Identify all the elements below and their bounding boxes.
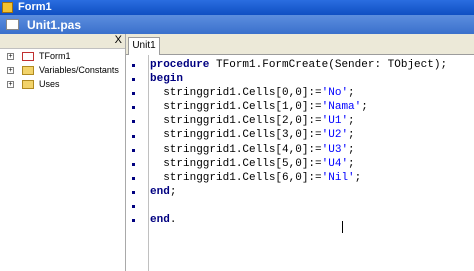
code-line[interactable]: stringgrid1.Cells[3,0]:='U2';: [150, 128, 447, 142]
breakpoint-marker[interactable]: [132, 205, 135, 208]
code-line[interactable]: stringgrid1.Cells[4,0]:='U3';: [150, 143, 447, 157]
code-text: ;: [348, 115, 355, 128]
folder-icon: [22, 66, 34, 75]
code-string: 'No': [321, 87, 349, 100]
text-cursor: [342, 221, 343, 233]
editor-gutter[interactable]: [126, 55, 149, 271]
breakpoint-marker[interactable]: [132, 134, 135, 138]
breakpoint-marker[interactable]: [132, 219, 135, 223]
code-line[interactable]: begin: [150, 72, 447, 86]
code-text: stringgrid1.Cells[3,0]:=: [150, 129, 322, 142]
code-text: stringgrid1.Cells[1,0]:=: [150, 101, 322, 114]
code-line[interactable]: procedure TForm1.FormCreate(Sender: TObj…: [150, 58, 447, 72]
editor-title: Unit1.pas: [27, 18, 82, 32]
unit-file-icon: [6, 19, 19, 30]
code-line[interactable]: stringgrid1.Cells[6,0]:='Nil';: [150, 171, 447, 185]
breakpoint-marker[interactable]: [132, 106, 135, 110]
code-area[interactable]: procedure TForm1.FormCreate(Sender: TObj…: [150, 58, 447, 227]
app-title: Form1: [18, 1, 52, 13]
expand-icon[interactable]: +: [7, 81, 14, 88]
code-keyword: end: [150, 185, 170, 198]
tree-item-tform1[interactable]: + TForm1: [0, 50, 125, 64]
code-text: .: [169, 214, 177, 227]
tree-item-label: Uses: [39, 79, 60, 89]
editor-tab-bar: Unit1: [126, 34, 474, 55]
code-string: 'U3': [321, 143, 349, 156]
code-text: stringgrid1.Cells[2,0]:=: [150, 115, 322, 128]
code-text: stringgrid1.Cells[4,0]:=: [150, 143, 322, 156]
code-line[interactable]: end.: [150, 213, 447, 227]
code-explorer-tree: + TForm1 + Variables/Constants + Uses: [0, 50, 125, 92]
code-line[interactable]: stringgrid1.Cells[0,0]:='No';: [150, 86, 447, 100]
code-text: ;: [348, 87, 355, 100]
code-explorer-header: X: [0, 34, 125, 49]
form-icon: [2, 2, 13, 13]
code-string: 'U4': [321, 157, 349, 170]
code-keyword: end: [150, 214, 170, 227]
code-text: ;: [354, 171, 362, 184]
code-text: TForm1.FormCreate(Sender: TObject);: [209, 59, 448, 71]
expand-icon[interactable]: +: [7, 53, 14, 60]
code-text: ;: [361, 101, 368, 114]
code-editor-panel: Unit1 procedure TForm1.FormCreate(Sender…: [126, 34, 474, 271]
code-text: stringgrid1.Cells[5,0]:=: [150, 157, 322, 170]
code-text: stringgrid1.Cells[6,0]:=: [150, 171, 322, 184]
breakpoint-marker[interactable]: [132, 64, 135, 67]
app-title-bar[interactable]: Form1: [0, 0, 474, 15]
breakpoint-marker[interactable]: [132, 92, 135, 96]
code-string: 'Nil': [321, 171, 355, 184]
breakpoint-marker[interactable]: [132, 190, 135, 194]
code-string: 'U2': [321, 129, 349, 142]
code-line[interactable]: stringgrid1.Cells[2,0]:='U1';: [150, 114, 447, 128]
code-text: ;: [348, 157, 355, 170]
breakpoint-marker[interactable]: [132, 162, 135, 166]
code-explorer-panel: X + TForm1 + Variables/Constants + Uses: [0, 34, 126, 271]
tree-item-label: TForm1: [39, 51, 71, 61]
form-icon: [22, 52, 34, 61]
editor-title-bar[interactable]: Unit1.pas: [0, 15, 474, 34]
code-string: 'Nama': [321, 101, 362, 114]
tree-item-label: Variables/Constants: [39, 65, 119, 75]
code-text: ;: [169, 185, 177, 198]
close-icon[interactable]: X: [115, 34, 122, 46]
folder-icon: [22, 80, 34, 89]
code-keyword: begin: [150, 73, 184, 86]
code-line[interactable]: end;: [150, 185, 447, 199]
code-string: 'U1': [321, 115, 349, 128]
tree-item-uses[interactable]: + Uses: [0, 78, 125, 92]
code-line[interactable]: stringgrid1.Cells[1,0]:='Nama';: [150, 100, 447, 114]
code-text: stringgrid1.Cells[0,0]:=: [150, 87, 322, 100]
tree-item-variables-constants[interactable]: + Variables/Constants: [0, 64, 125, 78]
code-keyword: procedure: [150, 59, 210, 71]
code-text: ;: [348, 129, 355, 142]
code-line[interactable]: stringgrid1.Cells[5,0]:='U4';: [150, 157, 447, 171]
code-text: ;: [348, 143, 355, 156]
breakpoint-marker[interactable]: [132, 148, 135, 152]
breakpoint-marker[interactable]: [132, 78, 135, 82]
code-line[interactable]: [150, 199, 447, 213]
tab-unit1[interactable]: Unit1: [128, 37, 160, 55]
expand-icon[interactable]: +: [7, 67, 14, 74]
breakpoint-marker[interactable]: [132, 120, 135, 124]
breakpoint-marker[interactable]: [132, 176, 135, 180]
